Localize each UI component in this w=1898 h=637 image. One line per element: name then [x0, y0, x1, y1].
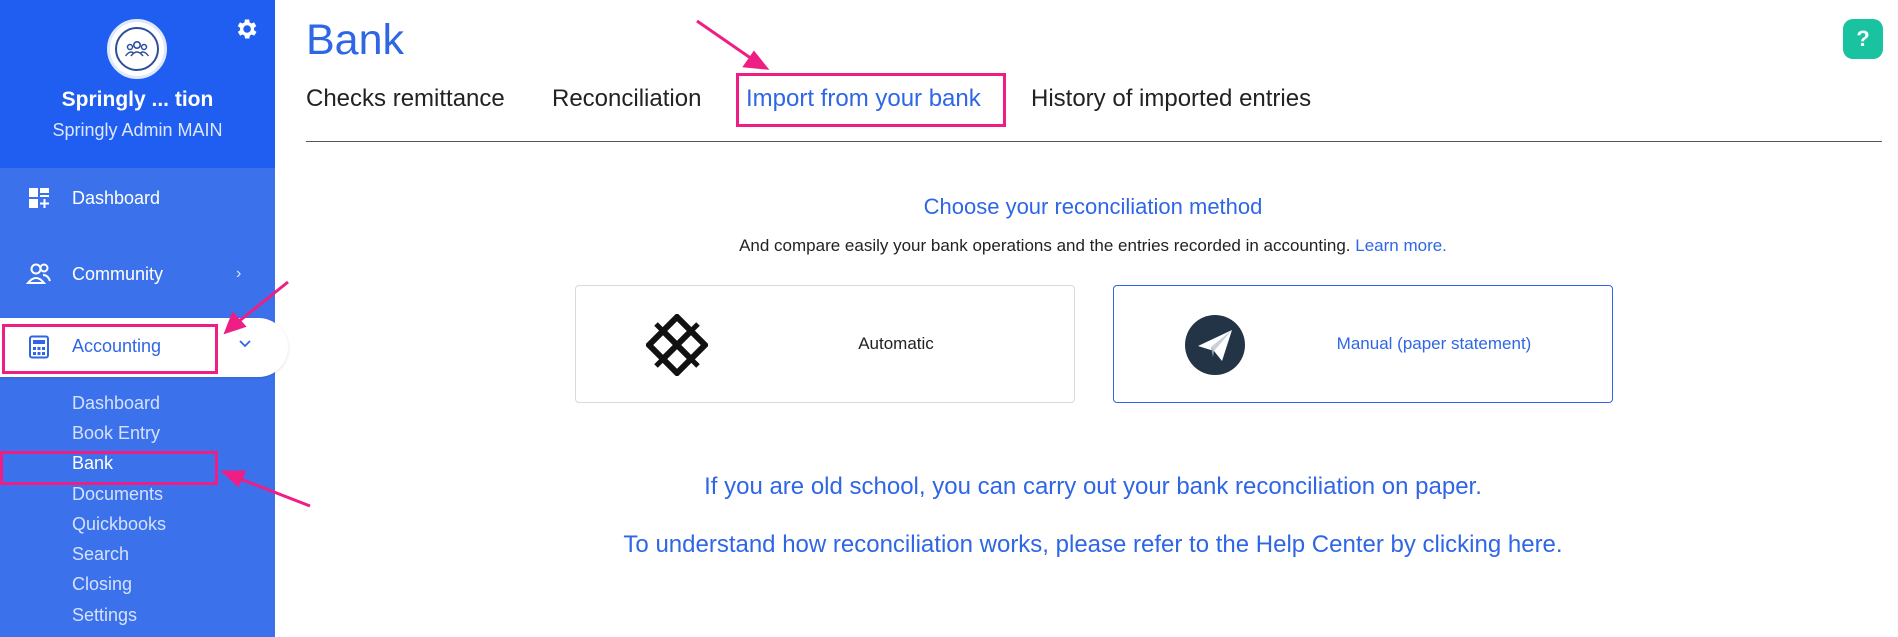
tabs-divider — [306, 141, 1882, 142]
gear-icon[interactable] — [233, 16, 259, 42]
paper-plane-icon — [1184, 314, 1246, 376]
chevron-down-icon — [238, 336, 252, 354]
method-heading: Choose your reconciliation method — [923, 194, 1263, 219]
dashboard-icon — [26, 185, 52, 211]
sidebar-item-accounting[interactable]: Accounting — [0, 318, 288, 377]
automatic-option-card[interactable]: Automatic — [575, 285, 1075, 403]
organization-role: Springly Admin MAIN — [52, 120, 223, 140]
calculator-icon — [26, 334, 52, 360]
submenu-item-dashboard[interactable]: Dashboard — [72, 393, 160, 414]
sidebar-item-label: Accounting — [72, 336, 162, 356]
tab-checks-remittance[interactable]: Checks remittance — [306, 85, 505, 113]
sidebar-item-label: Dashboard — [72, 187, 161, 208]
submenu-item-quickbooks[interactable]: Quickbooks — [72, 514, 166, 535]
submenu-item-documents[interactable]: Documents — [72, 484, 163, 505]
organization-name: Springly ... tion — [61, 88, 214, 111]
chevron-right-icon: › — [236, 265, 242, 282]
submenu-item-book-entry[interactable]: Book Entry — [72, 423, 160, 444]
sidebar-item-community[interactable]: Community › — [0, 246, 275, 302]
sidebar: Springly ... tion Springly Admin MAIN Da… — [0, 0, 288, 637]
manual-option-card[interactable]: Manual (paper statement) — [1113, 285, 1613, 403]
tab-import-from-your-bank[interactable]: Import from your bank — [746, 85, 981, 113]
org-avatar[interactable] — [107, 19, 167, 79]
method-description-text: And compare easily your bank operations … — [739, 236, 1351, 255]
submenu-item-search[interactable]: Search — [72, 544, 129, 565]
sidebar-item-label: Community — [72, 263, 164, 284]
learn-more-link[interactable]: Learn more. — [1355, 236, 1447, 255]
option-label: Automatic — [858, 334, 934, 353]
help-center-link[interactable]: To understand how reconciliation works, … — [305, 531, 1881, 559]
sidebar-item-dashboard[interactable]: Dashboard — [0, 170, 275, 226]
tab-reconciliation[interactable]: Reconciliation — [552, 85, 701, 113]
lattice-logo-icon — [644, 312, 710, 378]
group-icon — [115, 27, 159, 71]
sidebar-header: Springly ... tion Springly Admin MAIN — [0, 0, 275, 168]
community-icon — [26, 261, 52, 287]
submenu-item-settings[interactable]: Settings — [72, 605, 137, 626]
paper-reconciliation-link[interactable]: If you are old school, you can carry out… — [305, 473, 1881, 501]
tab-history-of-imported-entries[interactable]: History of imported entries — [1031, 85, 1311, 113]
option-label: Manual (paper statement) — [1336, 334, 1532, 353]
submenu-item-closing[interactable]: Closing — [72, 574, 132, 595]
submenu-item-bank[interactable]: Bank — [72, 453, 113, 474]
help-button[interactable]: ? — [1843, 19, 1883, 59]
method-description: And compare easily your bank operations … — [305, 236, 1881, 256]
page-title: Bank — [306, 16, 405, 64]
